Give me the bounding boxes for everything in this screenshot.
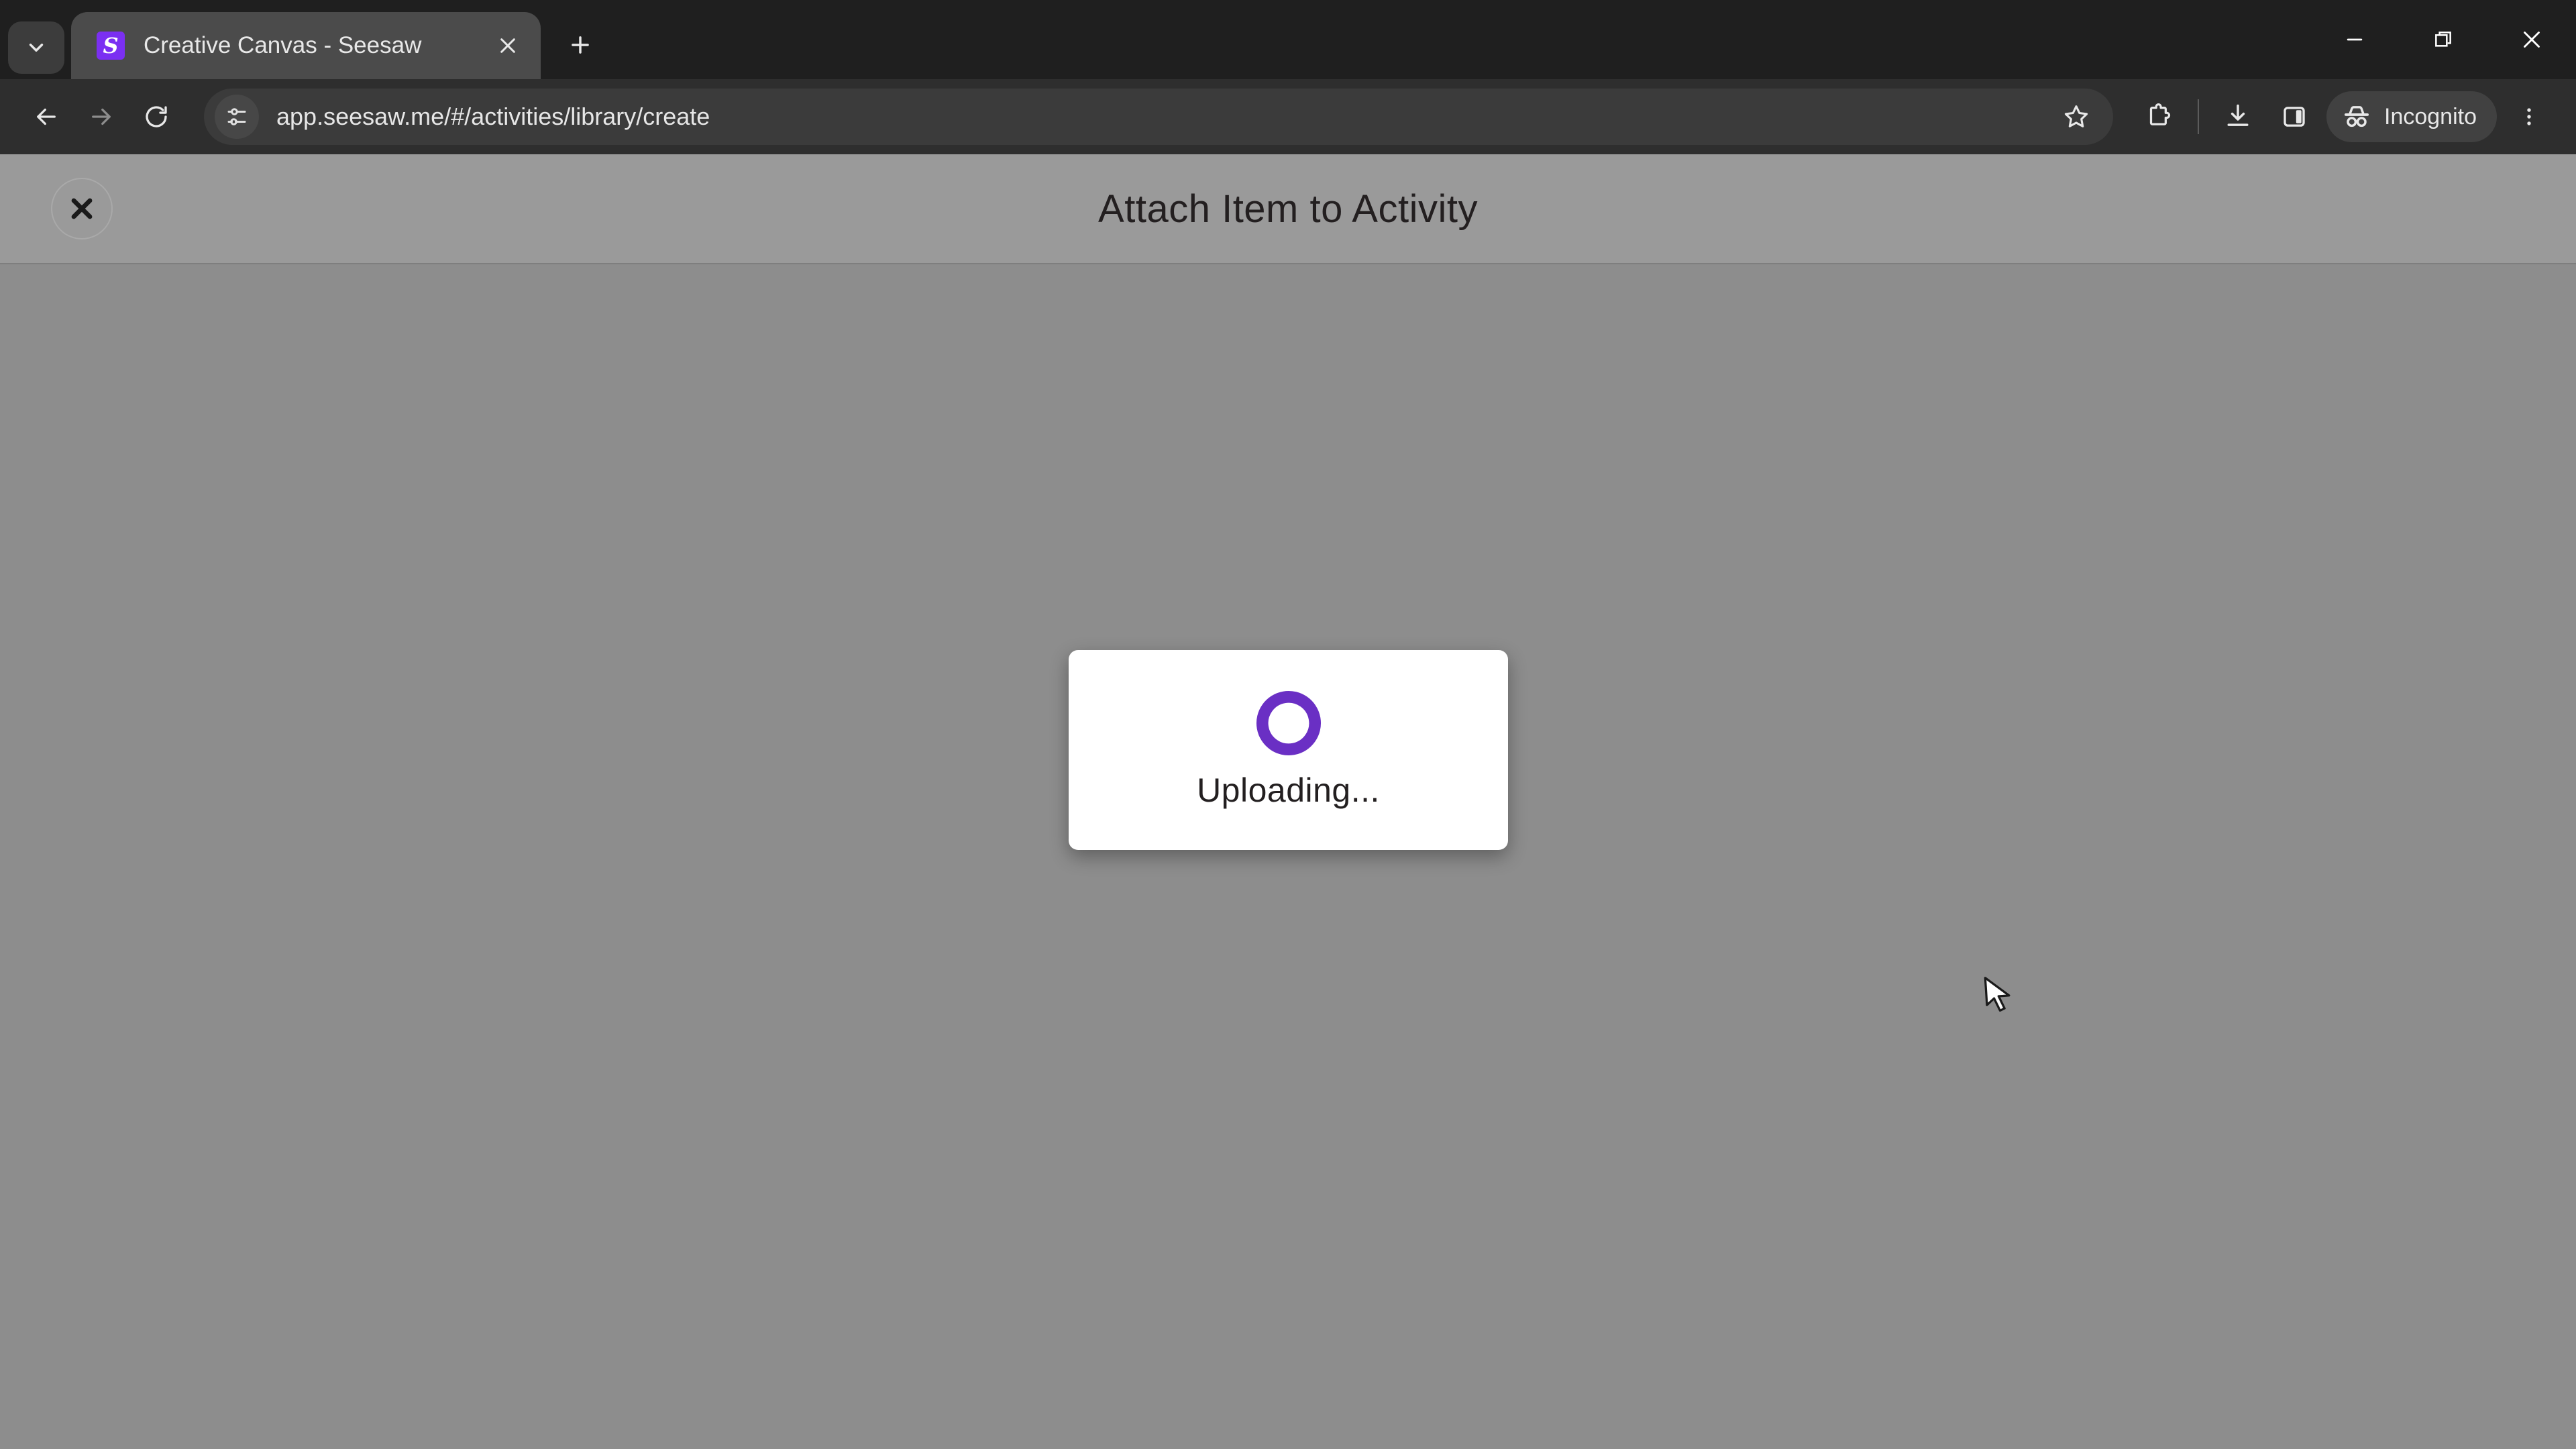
toolbar-divider <box>2198 99 2199 134</box>
url-text[interactable]: app.seesaw.me/#/activities/library/creat… <box>276 103 2053 131</box>
back-button[interactable] <box>19 89 74 144</box>
browser-menu-button[interactable] <box>2501 89 2557 145</box>
address-bar[interactable]: app.seesaw.me/#/activities/library/creat… <box>204 89 2113 145</box>
close-modal-button[interactable] <box>51 178 113 239</box>
window-close-button[interactable] <box>2487 0 2576 79</box>
more-vertical-icon <box>2518 105 2540 128</box>
modal-header: Attach Item to Activity <box>0 154 2576 264</box>
extensions-icon <box>2143 101 2174 132</box>
downloads-button[interactable] <box>2210 89 2266 145</box>
tune-icon <box>225 105 249 129</box>
minimize-icon <box>2343 28 2366 51</box>
side-panel-button[interactable] <box>2266 89 2322 145</box>
plus-icon <box>568 32 593 58</box>
chevron-down-icon <box>25 36 48 59</box>
incognito-indicator[interactable]: Incognito <box>2326 91 2497 142</box>
reload-button[interactable] <box>129 89 184 144</box>
close-icon <box>497 35 519 56</box>
loading-spinner-icon <box>1256 690 1322 756</box>
extensions-button[interactable] <box>2131 89 2187 145</box>
page-content: Attach Item to Activity Uploading... <box>0 154 2576 1449</box>
reload-icon <box>142 103 170 131</box>
incognito-label: Incognito <box>2384 104 2477 130</box>
side-panel-icon <box>2280 103 2308 131</box>
star-icon <box>2061 102 2091 131</box>
restore-icon <box>2432 29 2454 50</box>
close-icon <box>2520 28 2544 52</box>
mouse-pointer-icon <box>1982 975 2017 1017</box>
browser-window: S Creative Canvas - Seesaw <box>0 0 2576 1449</box>
tab-search-button[interactable] <box>8 21 64 74</box>
page-title: Attach Item to Activity <box>0 186 2576 231</box>
tab-title: Creative Canvas - Seesaw <box>144 32 487 59</box>
forward-button[interactable] <box>74 89 129 144</box>
maximize-button[interactable] <box>2399 0 2487 79</box>
favicon-letter: S <box>103 33 118 58</box>
uploading-dialog: Uploading... <box>1069 650 1508 850</box>
new-tab-button[interactable] <box>555 20 605 70</box>
browser-tab[interactable]: S Creative Canvas - Seesaw <box>71 12 541 79</box>
window-controls <box>2310 0 2576 79</box>
modal-backdrop: Uploading... <box>0 264 2576 1449</box>
arrow-right-icon <box>87 103 115 131</box>
download-icon <box>2223 102 2253 131</box>
minimize-button[interactable] <box>2310 0 2399 79</box>
arrow-left-icon <box>32 103 60 131</box>
close-icon <box>66 193 98 225</box>
site-settings-button[interactable] <box>215 95 259 139</box>
uploading-status-text: Uploading... <box>1197 771 1380 810</box>
tab-strip: S Creative Canvas - Seesaw <box>0 0 2576 79</box>
browser-toolbar: app.seesaw.me/#/activities/library/creat… <box>0 79 2576 154</box>
seesaw-favicon: S <box>97 32 125 60</box>
incognito-icon <box>2341 101 2372 132</box>
tab-close-button[interactable] <box>487 25 529 66</box>
bookmark-button[interactable] <box>2053 93 2100 140</box>
